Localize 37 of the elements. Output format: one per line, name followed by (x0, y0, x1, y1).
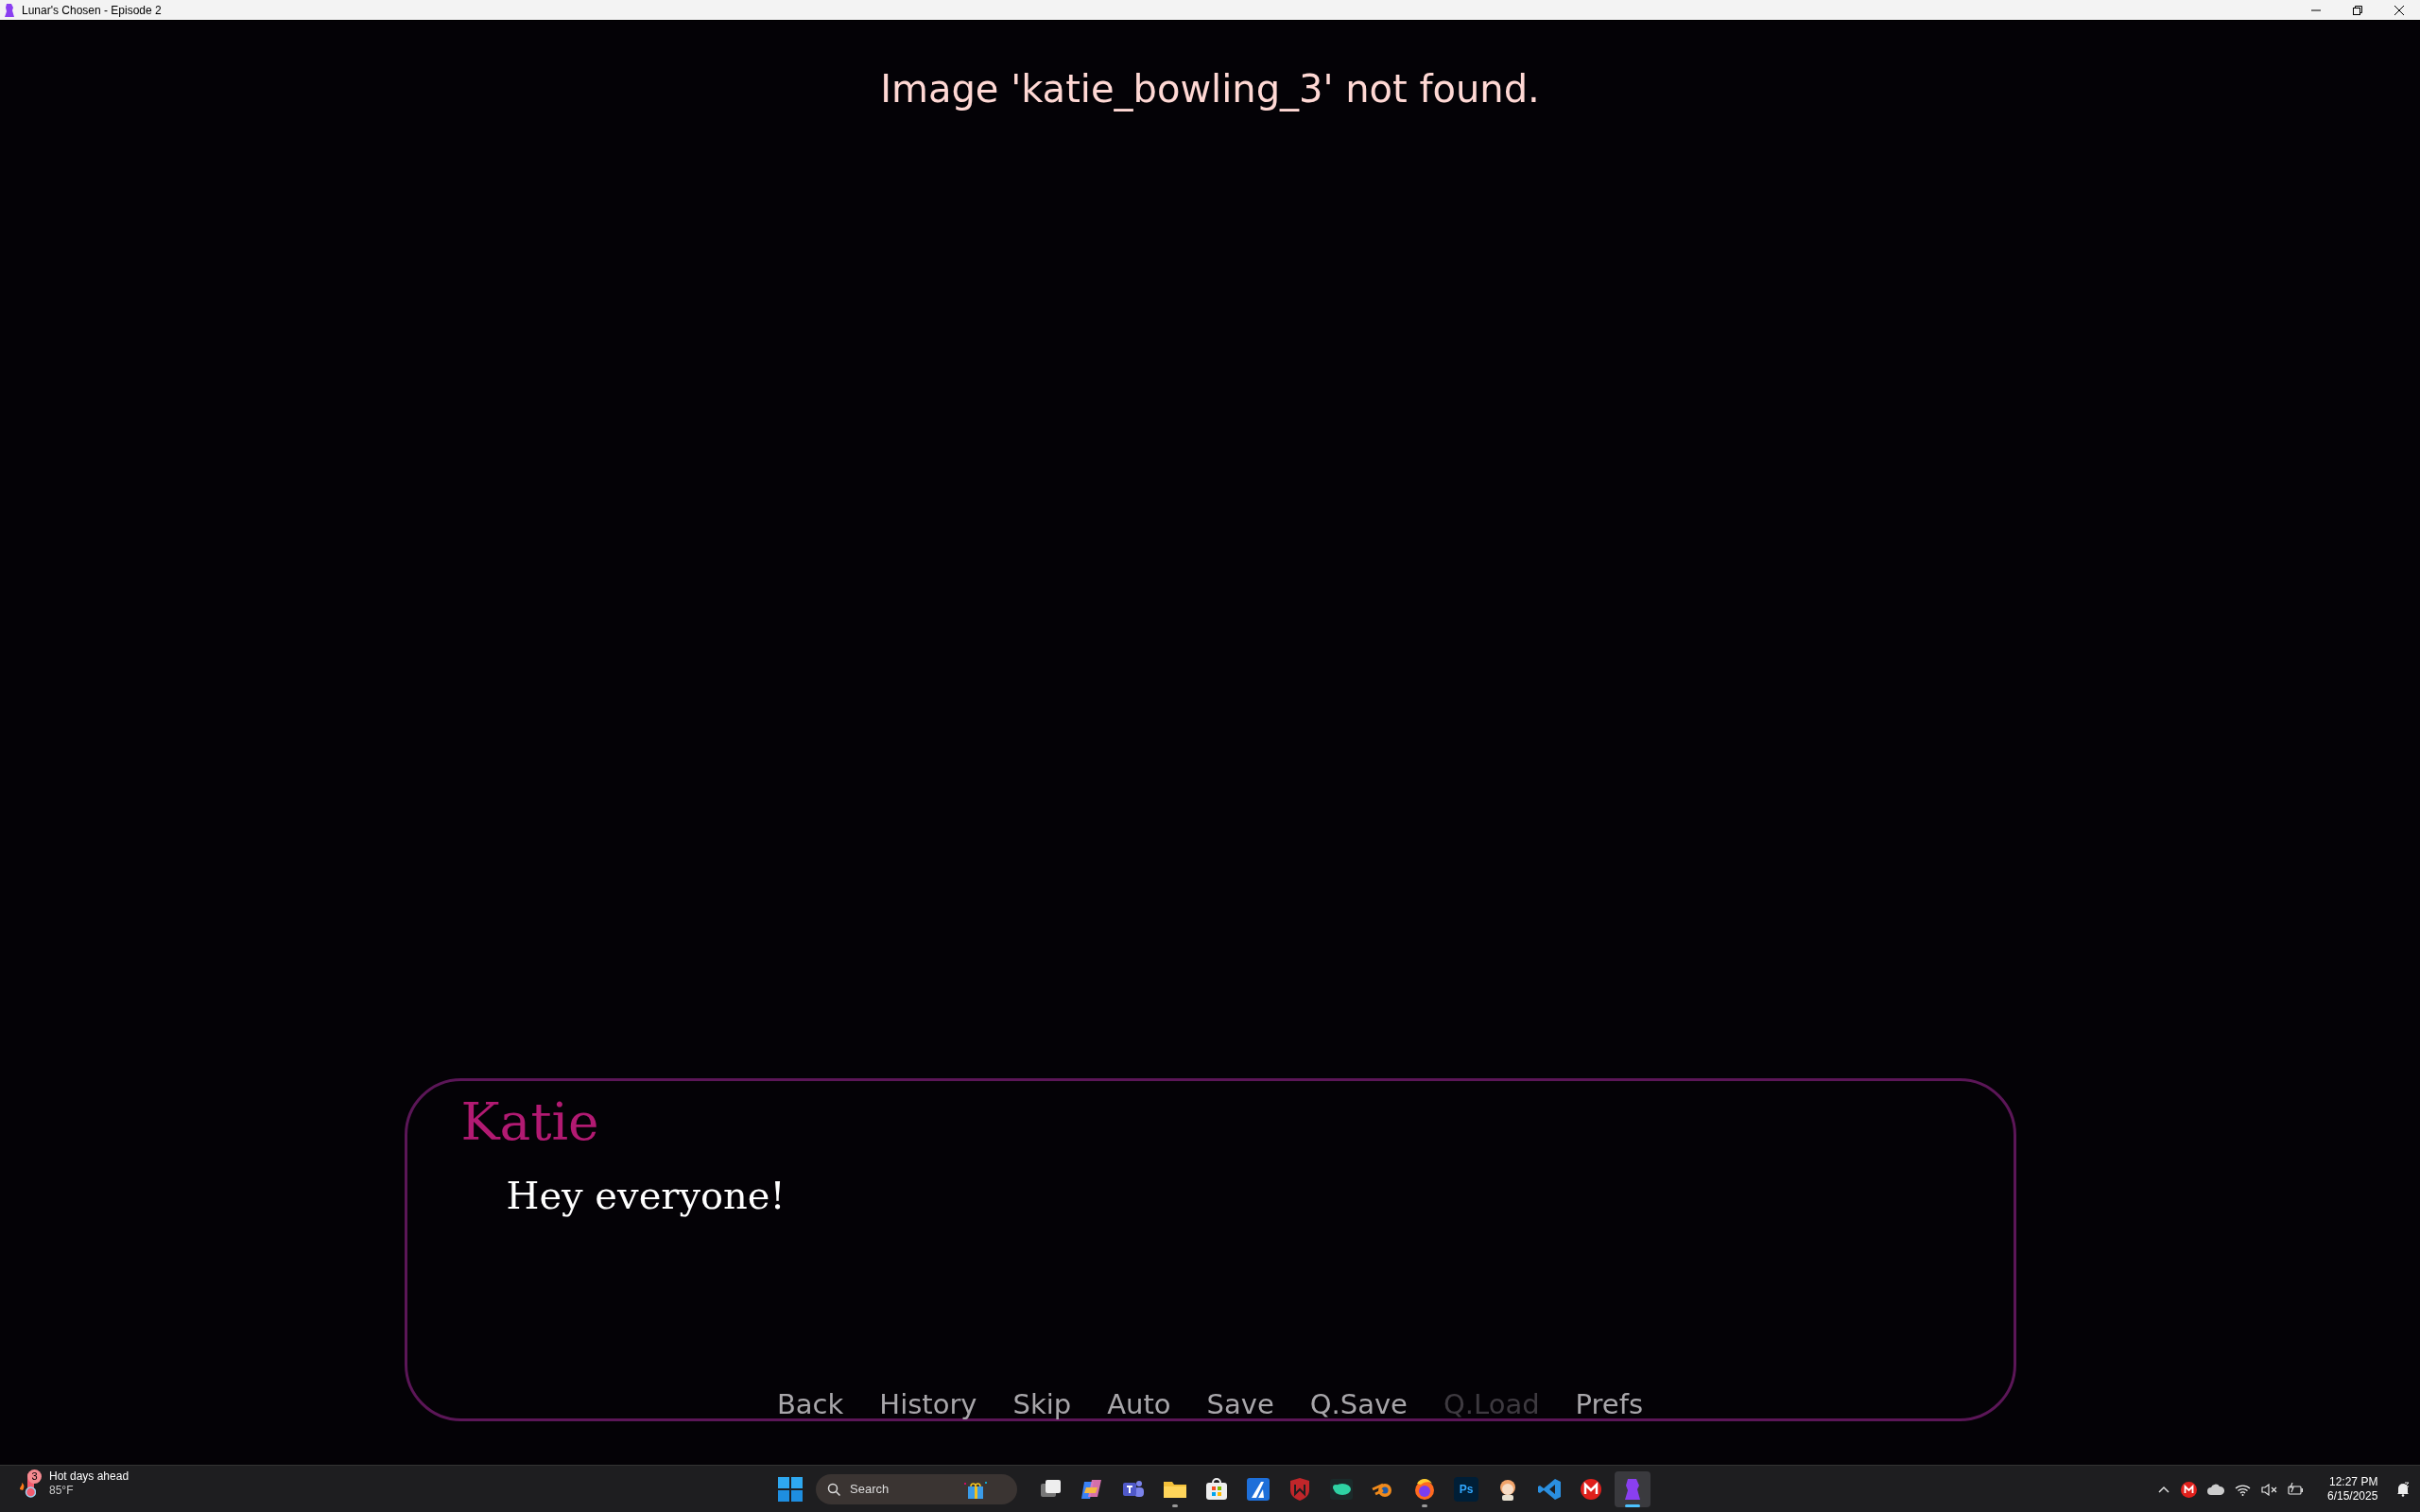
search-icon (827, 1483, 840, 1496)
battery-charging-icon[interactable] (2288, 1483, 2304, 1496)
app-icon (4, 2, 15, 18)
clock-date[interactable]: 6/15/2025 (2327, 1489, 2378, 1503)
letter-a-tile-icon (1245, 1476, 1271, 1503)
speaker-name: Katie (460, 1091, 599, 1154)
letter-m-icon[interactable] (2181, 1481, 2197, 1498)
quick-menu-button[interactable]: Save (1206, 1386, 1274, 1422)
weather-widget[interactable]: 3 (19, 1469, 43, 1498)
wifi-icon[interactable] (2235, 1483, 2251, 1496)
taskbar-button[interactable]: Ps (1448, 1471, 1484, 1507)
quick-menu-button[interactable]: Auto (1107, 1386, 1171, 1422)
gift-icon (963, 1479, 988, 1500)
bell-snooze-icon[interactable] (2395, 1482, 2411, 1497)
clock-time[interactable]: 12:27 PM (2329, 1475, 2378, 1489)
search-input[interactable]: Search (850, 1480, 954, 1499)
weather-temperature: 85°F (49, 1484, 75, 1498)
letter-m-icon (1578, 1476, 1604, 1503)
code-editor-icon (1536, 1476, 1563, 1503)
quick-menu-button[interactable]: Q.Save (1309, 1386, 1408, 1422)
quick-menu-button[interactable]: Back (776, 1386, 844, 1422)
weather-title: Hot days ahead (49, 1469, 130, 1484)
quick-menu-button[interactable]: Prefs (1575, 1386, 1644, 1422)
quick-menu-button[interactable]: Skip (1012, 1386, 1072, 1422)
search-bar[interactable]: Search (816, 1474, 1017, 1504)
error-message: Image 'katie_bowling_3' not found. (880, 66, 1540, 113)
start-icon[interactable] (778, 1477, 803, 1502)
quick-menu-button[interactable]: History (879, 1386, 977, 1422)
dialogue-text: Hey everyone! (506, 1173, 786, 1219)
muted-speaker-icon[interactable] (2261, 1483, 2277, 1496)
bag-icon (1203, 1476, 1230, 1503)
close-icon (2394, 5, 2404, 15)
notification-badge: 3 (27, 1469, 42, 1484)
window-title: Lunar's Chosen - Episode 2 (22, 2, 162, 19)
restore-icon (2353, 5, 2362, 15)
cloud-icon[interactable] (2207, 1484, 2224, 1495)
chevron-up-icon[interactable] (2157, 1485, 2170, 1494)
